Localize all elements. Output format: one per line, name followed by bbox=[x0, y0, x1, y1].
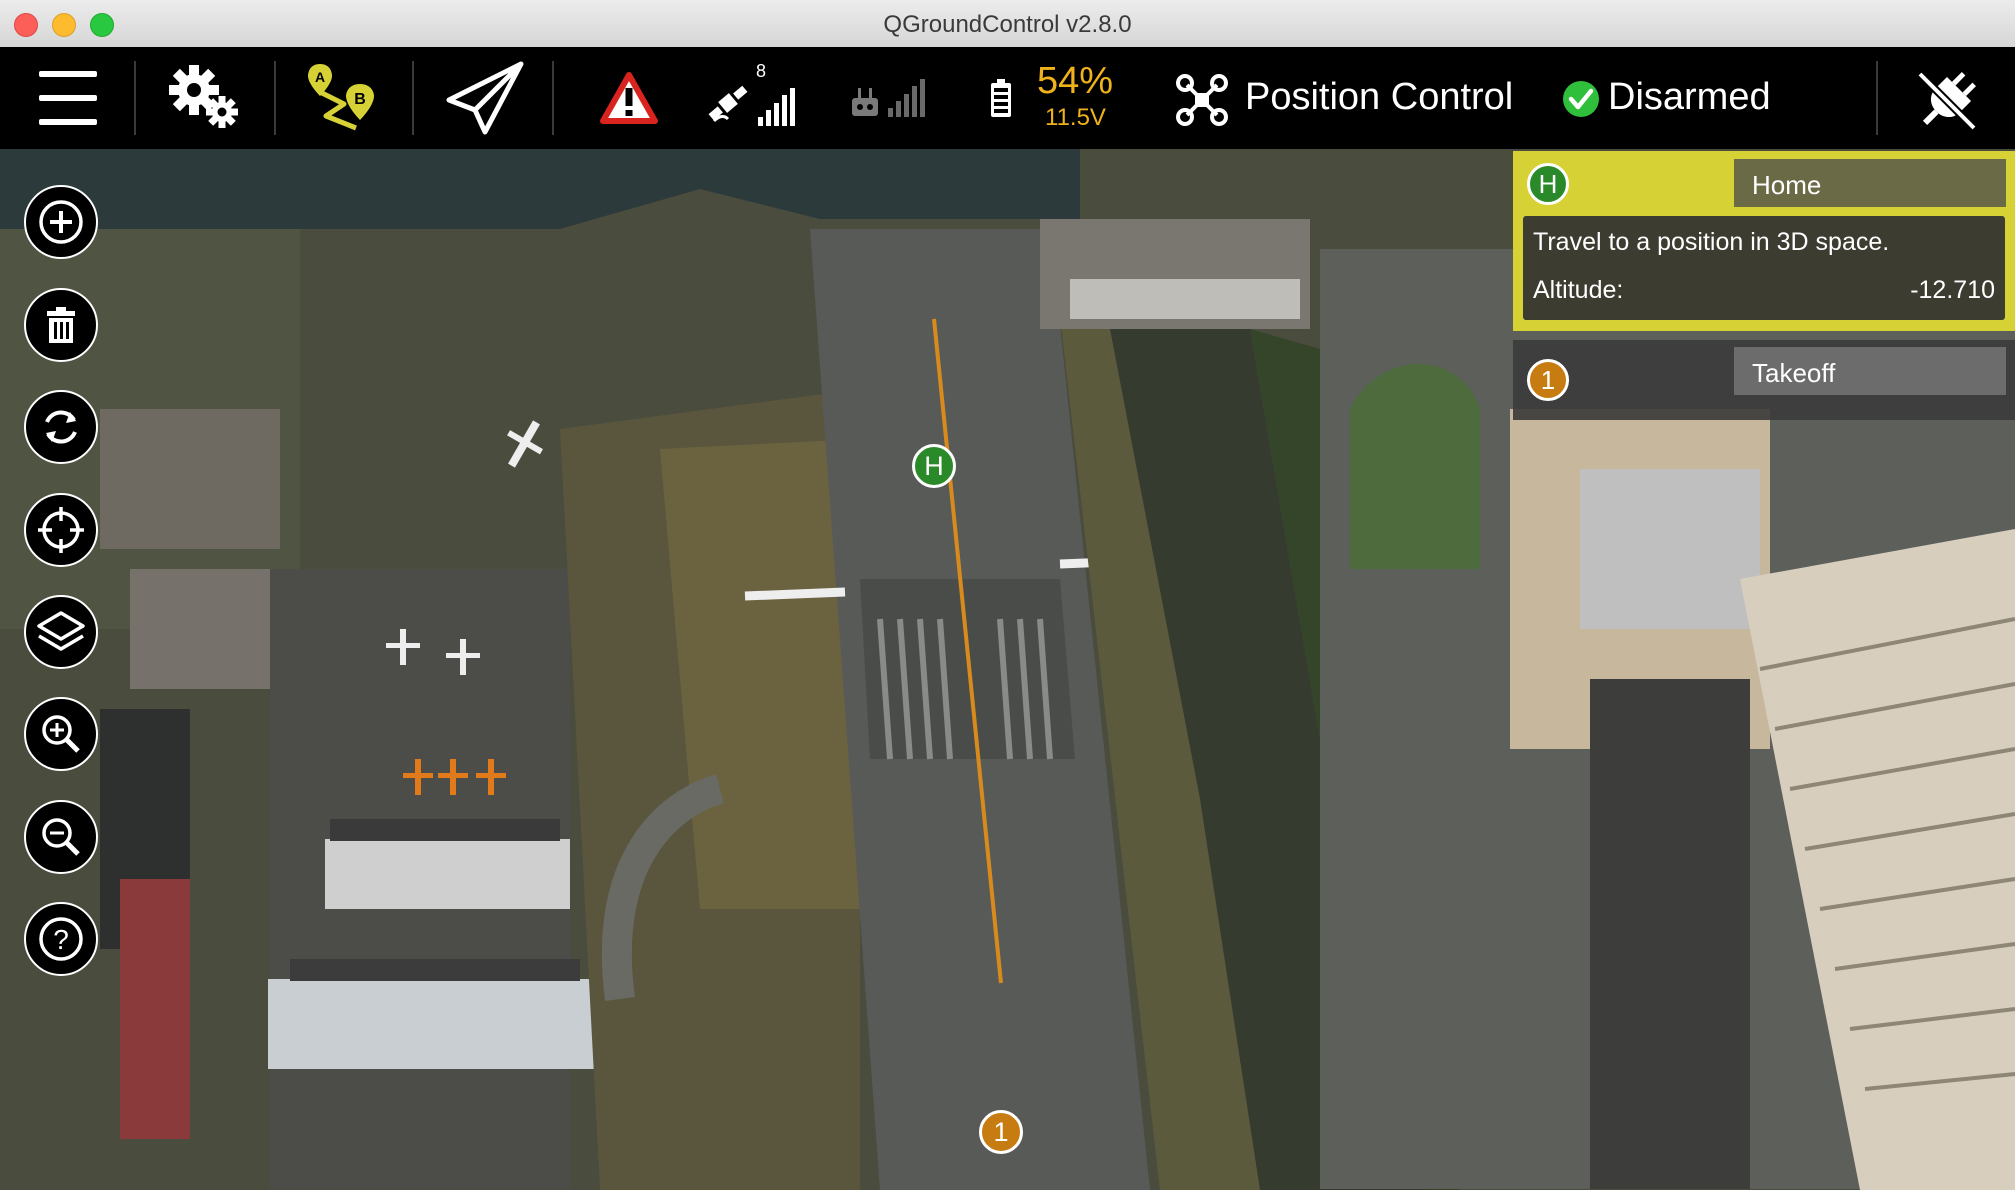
svg-text:A: A bbox=[315, 69, 325, 85]
altitude-value: -12.710 bbox=[1910, 276, 1995, 304]
rc-signal-icon[interactable] bbox=[848, 47, 930, 149]
battery-voltage: 11.5V bbox=[1045, 104, 1106, 131]
sync-icon bbox=[45, 410, 77, 444]
quadcopter-icon bbox=[1175, 73, 1229, 132]
disconnect-plug-icon[interactable] bbox=[1912, 66, 1982, 141]
mission-command-selector[interactable]: Home bbox=[1734, 159, 2006, 207]
window-titlebar: QGroundControl v2.8.0 bbox=[0, 0, 2015, 48]
satellite-count: 8 bbox=[756, 61, 767, 81]
center-button[interactable] bbox=[24, 493, 98, 567]
window-title: QGroundControl v2.8.0 bbox=[883, 11, 1132, 38]
zoom-in-icon bbox=[42, 715, 80, 753]
svg-text:?: ? bbox=[53, 924, 69, 955]
mission-item-takeoff[interactable]: 1 Takeoff bbox=[1513, 340, 2015, 420]
trash-icon bbox=[47, 307, 75, 343]
battery-icon bbox=[984, 47, 1018, 149]
waypoint-1-map-marker[interactable]: 1 bbox=[979, 1110, 1023, 1154]
delete-button[interactable] bbox=[24, 288, 98, 362]
zoom-out-icon bbox=[42, 818, 80, 856]
battery-percent: 54% bbox=[1037, 60, 1114, 102]
satellite-icon[interactable] bbox=[708, 47, 798, 149]
zoom-in-button[interactable] bbox=[24, 697, 98, 771]
gear-icon[interactable] bbox=[162, 47, 246, 149]
add-waypoint-button[interactable] bbox=[24, 185, 98, 259]
mission-item-home[interactable]: H Home Travel to a position in 3D space.… bbox=[1513, 151, 2015, 331]
zoom-out-button[interactable] bbox=[24, 800, 98, 874]
svg-text:B: B bbox=[354, 91, 366, 108]
altitude-label: Altitude: bbox=[1533, 276, 1624, 304]
mission-item-details: Travel to a position in 3D space. Altitu… bbox=[1523, 216, 2005, 320]
paper-plane-icon[interactable] bbox=[440, 47, 530, 149]
map-type-button[interactable] bbox=[24, 595, 98, 669]
sync-button[interactable] bbox=[24, 390, 98, 464]
flight-mode-selector[interactable]: Position Control bbox=[1245, 76, 1513, 119]
mission-command-selector[interactable]: Takeoff bbox=[1734, 347, 2006, 395]
warning-icon[interactable] bbox=[596, 47, 662, 149]
mission-item-index: 1 bbox=[1527, 359, 1569, 401]
waypoint-plan-icon[interactable]: A B bbox=[300, 47, 384, 149]
home-map-marker[interactable]: H bbox=[912, 444, 956, 488]
layers-icon bbox=[37, 611, 85, 651]
plus-icon bbox=[39, 200, 83, 244]
qgc-window: QGroundControl v2.8.0 A B 8 54% 11.5V Po… bbox=[0, 0, 2015, 1190]
check-circle-icon bbox=[1562, 80, 1600, 123]
help-icon: ? bbox=[39, 917, 83, 961]
crosshair-icon bbox=[38, 507, 84, 553]
mission-item-description: Travel to a position in 3D space. bbox=[1533, 228, 1890, 256]
help-button[interactable]: ? bbox=[24, 902, 98, 976]
mission-item-index: H bbox=[1527, 163, 1569, 205]
arm-state-label[interactable]: Disarmed bbox=[1608, 76, 1771, 119]
hamburger-menu-icon[interactable] bbox=[38, 47, 98, 149]
